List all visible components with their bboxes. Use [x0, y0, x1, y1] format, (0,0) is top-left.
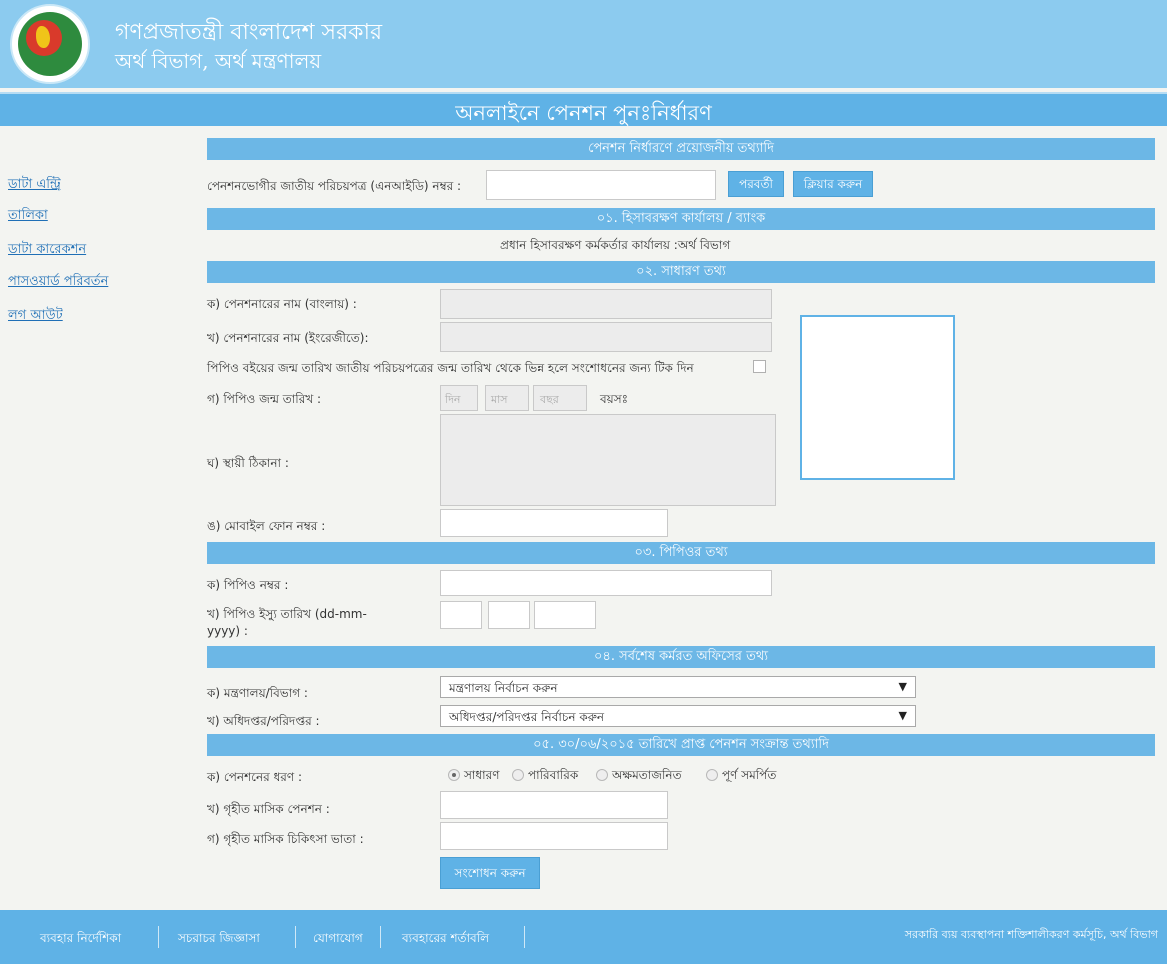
dob-year-input[interactable]: বছর [533, 385, 587, 411]
dob-label: গ) পিপিও জন্ম তারিখ : [207, 392, 322, 406]
section-header-required-info: পেনশন নির্ধারণে প্রয়োজনীয় তথ্যাদি [207, 138, 1155, 160]
ppo-issue-month-input[interactable] [488, 601, 530, 629]
clear-button[interactable]: ক্লিয়ার করুন [793, 171, 873, 197]
page-title: অনলাইনে পেনশন পুনঃনির্ধারণ [455, 101, 712, 125]
medical-allowance-label: গ) গৃহীত মাসিক চিকিৎসা ভাতা : [207, 832, 364, 846]
address-label: ঘ) স্থায়ী ঠিকানা : [207, 456, 289, 470]
radio-family[interactable] [512, 769, 524, 781]
sidebar-item-list[interactable]: তালিকা [8, 206, 48, 227]
name-bn-label: ক) পেনশনারের নাম (বাংলায়) : [207, 297, 357, 311]
footer-link-faq[interactable]: সচরাচর জিজ্ঞাসা [178, 930, 260, 950]
medical-allowance-input[interactable] [440, 822, 668, 850]
radio-disability-label: অক্ষমতাজনিত [612, 768, 682, 782]
next-button[interactable]: পরবর্তী [728, 171, 784, 197]
day-placeholder: দিন [445, 393, 461, 406]
footer-credit: সরকারি ব্যয় ব্যবস্থাপনা শক্তিশালীকরণ কর… [904, 928, 1158, 941]
radio-family-label: পারিবারিক [528, 768, 579, 782]
radio-full-surrendered[interactable] [706, 769, 718, 781]
photo-box [800, 315, 955, 480]
dob-mismatch-text: পিপিও বইয়ের জন্ম তারিখ জাতীয় পরিচয়পত্… [207, 361, 694, 375]
radio-full-surrendered-label: পূর্ণ সমর্পিত [722, 768, 777, 782]
monthly-pension-input[interactable] [440, 791, 668, 819]
address-textarea[interactable] [440, 414, 776, 506]
sidebar-item-change-password[interactable]: পাসওয়ার্ড পরিবর্তন [8, 272, 108, 293]
section-header-general-info: ০২. সাধারণ তথ্য [207, 261, 1155, 283]
mobile-input[interactable] [440, 509, 668, 537]
footer-separator [380, 926, 381, 948]
site-header: গণপ্রজাতন্ত্রী বাংলাদেশ সরকার অর্থ বিভাগ… [0, 0, 1167, 88]
name-en-input[interactable] [440, 322, 772, 352]
govt-seal-icon [10, 4, 90, 84]
dropdown-arrow-icon: ▼ [898, 680, 907, 693]
ppo-issue-label-2: yyyy) : [207, 624, 248, 638]
year-placeholder: বছর [540, 393, 559, 406]
sidebar-item-data-correction[interactable]: ডাটা কারেকশন [8, 240, 86, 261]
pension-type-label: ক) পেনশনের ধরণ : [207, 770, 303, 784]
dob-month-input[interactable]: মাস [485, 385, 529, 411]
ppo-no-label: ক) পিপিও নম্বর : [207, 578, 289, 592]
footer-separator [524, 926, 525, 948]
nid-label: পেনশনভোগীর জাতীয় পরিচয়পত্র (এনআইডি) নম… [207, 179, 462, 193]
mobile-label: ঙ) মোবাইল ফোন নম্বর : [207, 519, 326, 533]
ministry-select-value: মন্ত্রণালয় নির্বাচন করুন [449, 681, 558, 695]
office-text: প্রধান হিসাবরক্ষণ কর্মকর্তার কার্যালয় :… [500, 238, 731, 252]
ppo-no-input[interactable] [440, 570, 772, 596]
sidebar-item-logout[interactable]: লগ আউট [8, 306, 63, 327]
month-placeholder: মাস [491, 393, 508, 406]
footer-link-terms[interactable]: ব্যবহারের শর্তাবলি [402, 930, 489, 950]
section-header-office: ০১. হিসাবরক্ষণ কার্যালয় / ব্যাংক [207, 208, 1155, 230]
dob-day-input[interactable]: দিন [440, 385, 478, 411]
nid-input[interactable] [486, 170, 716, 200]
page-banner: অনলাইনে পেনশন পুনঃনির্ধারণ [0, 92, 1167, 126]
radio-general[interactable] [448, 769, 460, 781]
ministry-label: ক) মন্ত্রণালয়/বিভাগ : [207, 686, 308, 700]
radio-general-label: সাধারণ [464, 768, 500, 782]
footer-link-contact[interactable]: যোগাযোগ [313, 930, 363, 950]
footer-link-user-guide[interactable]: ব্যবহার নির্দেশিকা [40, 930, 121, 950]
footer-separator [158, 926, 159, 948]
section-header-ppo-info: ০৩. পিপিওর তথ্য [207, 542, 1155, 564]
footer-separator [295, 926, 296, 948]
header-subtitle: অর্থ বিভাগ, অর্থ মন্ত্রণালয় [115, 49, 322, 73]
section-header-last-office: ০৪. সর্বশেষ কর্মরত অফিসের তথ্য [207, 646, 1155, 668]
sidebar-item-data-entry[interactable]: ডাটা এন্ট্রি [8, 175, 61, 196]
monthly-pension-label: খ) গৃহীত মাসিক পেনশন : [207, 802, 330, 816]
ppo-issue-year-input[interactable] [534, 601, 596, 629]
ppo-issue-day-input[interactable] [440, 601, 482, 629]
name-en-label: খ) পেনশনারের নাম (ইংরেজীতে): [207, 331, 369, 345]
age-label: বয়সঃ [600, 392, 629, 406]
directorate-select[interactable]: অধিদপ্তর/পরিদপ্তর নির্বাচন করুন ▼ [440, 705, 916, 727]
ministry-select[interactable]: মন্ত্রণালয় নির্বাচন করুন ▼ [440, 676, 916, 698]
site-footer: ব্যবহার নির্দেশিকা সচরাচর জিজ্ঞাসা যোগায… [0, 910, 1167, 964]
directorate-label: খ) অধিদপ্তর/পরিদপ্তর : [207, 714, 320, 728]
ppo-issue-label-1: খ) পিপিও ইস্যু তারিখ (dd-mm- [207, 607, 367, 621]
directorate-select-value: অধিদপ্তর/পরিদপ্তর নির্বাচন করুন [449, 710, 605, 724]
name-bn-input[interactable] [440, 289, 772, 319]
dob-correction-checkbox[interactable] [753, 360, 766, 373]
radio-disability[interactable] [596, 769, 608, 781]
dropdown-arrow-icon: ▼ [898, 709, 907, 722]
update-button[interactable]: সংশোধন করুন [440, 857, 540, 889]
section-header-pension-info: ০৫. ৩০/০৬/২০১৫ তারিখে প্রাপ্ত পেনশন সংক্… [207, 734, 1155, 756]
